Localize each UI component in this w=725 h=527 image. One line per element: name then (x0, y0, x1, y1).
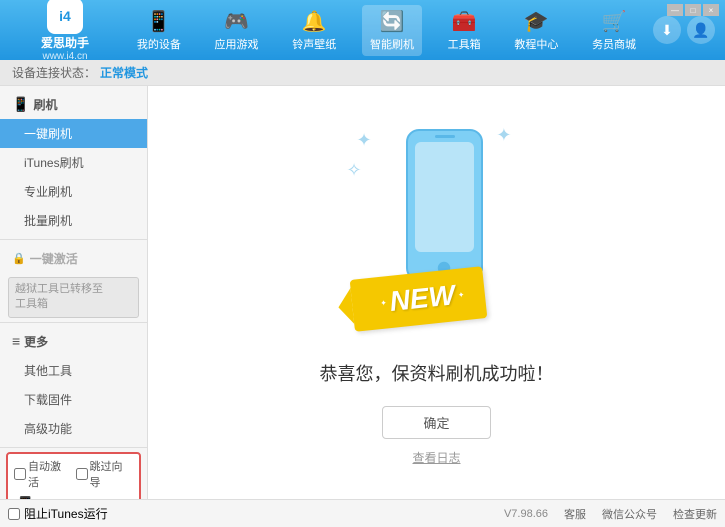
logo-area: i4 爱思助手 www.i4.cn (10, 0, 120, 62)
sidebar-item-pro-flash[interactable]: 专业刷机 (0, 177, 147, 206)
sidebar-item-one-key-flash[interactable]: 一键刷机 (0, 119, 147, 148)
itunes-label: 阻止iTunes运行 (24, 505, 108, 522)
nav-tutorial[interactable]: 🎓 教程中心 (506, 5, 566, 56)
store-icon: 🛒 (602, 9, 627, 34)
device-checkboxes: 自动激活 跳过向导 (14, 458, 133, 490)
window-controls: — □ × (667, 4, 719, 16)
phone-illustration: ✦ ✦ ✧ (337, 120, 537, 340)
more-section-label: 更多 (24, 333, 48, 350)
logo-icon: i4 (47, 0, 83, 34)
user-btn[interactable]: 👤 (687, 16, 715, 44)
sidebar-item-download-firmware[interactable]: 下载固件 (0, 385, 147, 414)
sidebar-flash-header: 📱 刷机 (0, 90, 147, 119)
sidebar-item-itunes-flash[interactable]: iTunes刷机 (0, 148, 147, 177)
breadcrumb-prefix: 设备连接状态： (12, 64, 96, 81)
sidebar: 📱 刷机 一键刷机 iTunes刷机 专业刷机 批量刷机 🔒 一键激活 越狱工 (0, 86, 148, 499)
nav-smart-flash-label: 智能刷机 (370, 36, 414, 52)
breadcrumb-status: 正常模式 (100, 64, 148, 81)
customer-service-link[interactable]: 客服 (564, 506, 586, 522)
sidebar-divider-3 (0, 447, 147, 448)
toolbox-icon: 🧰 (452, 9, 477, 34)
wechat-link[interactable]: 微信公众号 (602, 506, 657, 522)
auto-activate-checkbox[interactable] (14, 468, 26, 480)
one-key-activate-label: 一键激活 (30, 250, 78, 267)
sidebar-more-header: ≡ 更多 (0, 327, 147, 356)
new-star-left: ✦ (379, 297, 387, 307)
skip-wizard-checkbox[interactable] (76, 468, 88, 480)
nav-apps-games-label: 应用游戏 (215, 36, 259, 52)
bottom-right: V7.98.66 客服 微信公众号 检查更新 (504, 506, 717, 522)
sidebar-one-key-activate-header: 🔒 一键激活 (0, 244, 147, 273)
bottom-section: 阻止iTunes运行 V7.98.66 客服 微信公众号 检查更新 (0, 499, 725, 527)
window-maximize-btn[interactable]: □ (685, 4, 701, 16)
new-badge-text: NEW (388, 279, 456, 318)
check-update-link[interactable]: 检查更新 (673, 506, 717, 522)
sidebar-divider-2 (0, 322, 147, 323)
flash-section-icon: 📱 (12, 96, 29, 113)
nav-my-device-label: 我的设备 (137, 36, 181, 52)
app-url: www.i4.cn (42, 51, 87, 62)
new-star-right: ✦ (457, 289, 465, 299)
success-message: 恭喜您，保资料刷机成功啦！ (320, 360, 554, 386)
apps-games-icon: 🎮 (224, 9, 249, 34)
nav-apps-games[interactable]: 🎮 应用游戏 (207, 5, 267, 56)
app-header: i4 爱思助手 www.i4.cn 📱 我的设备 🎮 应用游戏 🔔 铃声壁纸 🔄 (0, 0, 725, 60)
skip-wizard-label: 跳过向导 (90, 458, 134, 490)
confirm-button[interactable]: 确定 (382, 406, 490, 439)
sidebar-divider-1 (0, 239, 147, 240)
lock-icon: 🔒 (12, 252, 26, 265)
nav-bar: 📱 我的设备 🎮 应用游戏 🔔 铃声壁纸 🔄 智能刷机 🧰 工具箱 🎓 (120, 5, 653, 56)
my-device-icon: 📱 (146, 9, 171, 34)
ringtone-icon: 🔔 (302, 9, 327, 34)
user-icon: 👤 (692, 22, 709, 39)
content-area: ✦ ✦ ✧ (148, 86, 725, 499)
version-label: V7.98.66 (504, 508, 548, 520)
header-right: ⬇ 👤 (653, 16, 715, 44)
download-icon: ⬇ (661, 22, 673, 39)
nav-store-label: 务员商城 (592, 36, 636, 52)
auto-activate-checkbox-item[interactable]: 自动激活 (14, 458, 72, 490)
disabled-msg-line1: 越狱工具已转移至 (15, 283, 103, 295)
disabled-msg-line2: 工具箱 (15, 298, 48, 310)
auto-activate-label: 自动激活 (28, 458, 72, 490)
sparkle-3: ✧ (347, 160, 362, 181)
download-btn[interactable]: ⬇ (653, 16, 681, 44)
breadcrumb: 设备连接状态： 正常模式 (0, 60, 725, 86)
device-phone-icon: 📱 (14, 496, 36, 499)
sparkle-1: ✦ (357, 130, 372, 151)
main-layout: 📱 刷机 一键刷机 iTunes刷机 专业刷机 批量刷机 🔒 一键激活 越狱工 (0, 86, 725, 499)
nav-smart-flash[interactable]: 🔄 智能刷机 (362, 5, 422, 56)
nav-ringtone-label: 铃声壁纸 (292, 36, 336, 52)
app-name: 爱思助手 (41, 34, 89, 51)
device-panel: 自动激活 跳过向导 📱 iPhone 15 Pro Max 512GB iPho… (6, 452, 141, 499)
nav-ringtone[interactable]: 🔔 铃声壁纸 (284, 5, 344, 56)
itunes-checkbox[interactable] (8, 508, 20, 520)
log-link[interactable]: 查看日志 (412, 449, 460, 466)
nav-tutorial-label: 教程中心 (514, 36, 558, 52)
nav-toolbox[interactable]: 🧰 工具箱 (440, 5, 489, 56)
nav-toolbox-label: 工具箱 (448, 36, 481, 52)
tutorial-icon: 🎓 (524, 9, 549, 34)
sidebar-item-batch-flash[interactable]: 批量刷机 (0, 206, 147, 235)
itunes-bar: 阻止iTunes运行 (8, 505, 108, 522)
nav-my-device[interactable]: 📱 我的设备 (129, 5, 189, 56)
window-minimize-btn[interactable]: — (667, 4, 683, 16)
sidebar-item-other-tools[interactable]: 其他工具 (0, 356, 147, 385)
window-close-btn[interactable]: × (703, 4, 719, 16)
more-section-icon: ≡ (12, 333, 20, 349)
device-details: iPhone 15 Pro Max 512GB iPhone (40, 496, 133, 499)
nav-store[interactable]: 🛒 务员商城 (584, 5, 644, 56)
sparkle-2: ✦ (496, 125, 511, 146)
disabled-message-box: 越狱工具已转移至 工具箱 (8, 277, 139, 318)
device-name: iPhone 15 Pro Max (40, 496, 133, 499)
flash-section-label: 刷机 (33, 96, 57, 113)
device-entry: 📱 iPhone 15 Pro Max 512GB iPhone (14, 494, 133, 499)
bottom-bar: 阻止iTunes运行 V7.98.66 客服 微信公众号 检查更新 (0, 500, 725, 527)
smart-flash-icon: 🔄 (380, 9, 405, 34)
sidebar-item-advanced[interactable]: 高级功能 (0, 414, 147, 443)
skip-wizard-checkbox-item[interactable]: 跳过向导 (76, 458, 134, 490)
